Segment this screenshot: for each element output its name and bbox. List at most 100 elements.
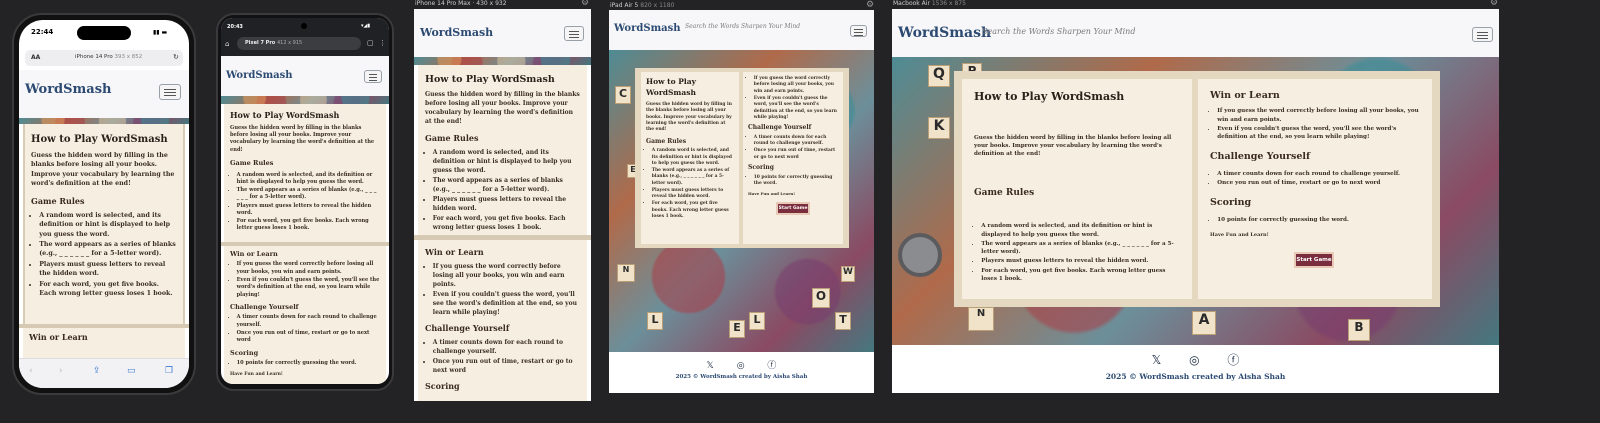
safari-toolbar: ‹ › ⇪ ▭ ❐ [19, 358, 189, 388]
list-item: Even if you couldn't guess the word, you… [237, 277, 380, 299]
facebook-icon[interactable]: ⓕ [767, 358, 776, 371]
brand-logo[interactable]: WordSmash [420, 26, 493, 39]
challenge-list: A timer counts down for each round to ch… [748, 135, 838, 161]
hamburger-menu-button[interactable] [564, 26, 584, 41]
scrabble-tile: A [1192, 311, 1216, 335]
hamburger-menu-button[interactable] [159, 84, 181, 100]
list-item: A random word is selected, and its defin… [237, 172, 380, 187]
have-fun-text: Have Fun and Learn! [748, 190, 796, 196]
start-game-button[interactable]: Start Game [1294, 251, 1334, 268]
bookmarks-icon[interactable]: ▭ [127, 366, 136, 376]
hero-background: C E N L E L O T W How to Play WordSmash … [609, 50, 874, 352]
win-or-learn-card: Win or Learn If you guess the word corre… [1198, 79, 1432, 299]
list-item: A random word is selected, and its defin… [981, 222, 1180, 239]
gear-icon[interactable]: ⚙ [581, 0, 589, 8]
social-links: 𝕏 ◎ ⓕ [892, 345, 1499, 368]
pixel-screen: 20:43 ▾◢▮ ⌂ Pixel 7 Pro 412 x 915 ▢ ⋮ Wo… [221, 18, 389, 384]
forward-icon[interactable]: › [59, 366, 63, 376]
brand-logo[interactable]: WordSmash [614, 23, 681, 34]
chrome-url-bar[interactable]: Pixel 7 Pro 412 x 915 [237, 37, 361, 50]
footer-copyright: 2025 © WordSmash created by Aisha Shah [675, 374, 808, 380]
list-item: If you guess the word correctly before l… [1217, 107, 1420, 124]
status-time: 22:44 [31, 28, 54, 36]
macbook-screen: WordSmash Search the Words Sharpen Your … [892, 9, 1499, 393]
list-item: If you guess the word correctly before l… [754, 76, 838, 95]
game-rules-title: Game Rules [31, 195, 85, 206]
win-or-learn-card: Win or Learn If you guess the word corre… [224, 246, 386, 384]
back-icon[interactable]: ‹ [29, 366, 33, 376]
brand-logo[interactable]: WordSmash [898, 25, 991, 41]
brand-logo[interactable]: WordSmash [226, 70, 293, 81]
battery-icon: ▾◢▮ [361, 23, 371, 29]
tabs-icon[interactable]: ▢ [367, 39, 374, 47]
list-item: A timer counts down for each round to ch… [433, 338, 580, 356]
share-icon[interactable]: ⇪ [93, 366, 101, 376]
scrabble-tile: T [835, 312, 851, 330]
win-or-learn-title: Win or Learn [29, 332, 88, 342]
game-rules-list: A random word is selected, and its defin… [31, 211, 177, 299]
list-item: Even if you couldn't guess the word, you… [754, 96, 838, 122]
x-icon[interactable]: 𝕏 [1152, 353, 1162, 367]
tabs-icon[interactable]: ❐ [165, 366, 173, 376]
instagram-icon[interactable]: ◎ [737, 361, 745, 371]
list-item: Once you run out of time, restart or go … [237, 330, 380, 345]
scrabble-tile: N [968, 307, 994, 331]
have-fun-text: Have Fun and Learn! [230, 371, 283, 377]
more-icon[interactable]: ⋮ [379, 39, 386, 47]
navbar: WordSmash [221, 56, 389, 96]
safari-url-bar[interactable]: AA iPhone 14 Pro 393 x 852 ↻ [25, 50, 183, 66]
list-item: Once you run out of time, restart or go … [433, 357, 580, 375]
how-to-play-text: Guess the hidden word by filling in the … [646, 101, 732, 133]
dynamic-island [77, 26, 131, 40]
hamburger-menu-button[interactable] [1472, 27, 1493, 42]
scoring-list: 10 points for correctly guessing the wor… [748, 175, 838, 188]
x-icon[interactable]: 𝕏 [707, 361, 714, 371]
home-icon[interactable]: ⌂ [225, 40, 229, 48]
game-rules-title: Game Rules [646, 137, 687, 145]
list-item: For each word, you get five books. Each … [433, 214, 580, 232]
scrabble-tile: O [812, 288, 830, 308]
how-to-play-title: How to Play WordSmash [425, 74, 555, 85]
reader-aa-button[interactable]: AA [31, 54, 40, 61]
scrabble-tile: K [928, 117, 950, 139]
challenge-list: A timer counts down for each round to ch… [425, 338, 580, 375]
how-to-play-text: Guess the hidden word by filling in the … [974, 134, 1172, 158]
game-rules-list: A random word is selected, and its defin… [974, 222, 1180, 283]
gear-icon[interactable]: ⚙ [1490, 0, 1498, 8]
facebook-icon[interactable]: ⓕ [1227, 351, 1239, 368]
list-item: Players must guess letters to reveal the… [981, 257, 1180, 265]
list-item: 10 points for correctly guessing the wor… [754, 175, 838, 188]
game-rules-list: A random word is selected, and its defin… [425, 148, 580, 232]
how-to-play-title: How to Play WordSmash [974, 90, 1125, 103]
scoring-title: Scoring [425, 380, 460, 391]
instagram-icon[interactable]: ◎ [1189, 353, 1199, 367]
hamburger-menu-button[interactable] [850, 25, 867, 37]
list-item: Once you run out of time, restart or go … [1217, 179, 1420, 187]
win-list: If you guess the word correctly before l… [425, 262, 580, 317]
signal-icon: ▮▮ ▬ [153, 29, 168, 36]
list-item: For each word, you get five books. Each … [237, 218, 380, 233]
list-item: For each word, you get five books. Each … [39, 280, 177, 299]
start-game-button[interactable]: Start Game [776, 202, 810, 216]
list-item: For each word, you get five books. Each … [652, 201, 734, 220]
ipad-screen: WordSmash Search the Words Sharpen Your … [609, 10, 874, 393]
how-to-play-title: How to Play WordSmash [230, 110, 340, 120]
scrabble-tile: L [749, 312, 765, 330]
win-list: If you guess the word correctly before l… [1210, 107, 1420, 141]
frame-label-macbook: Macbook Air 1536 x 875 [893, 0, 966, 7]
challenge-list: A timer counts down for each round to ch… [1210, 170, 1420, 188]
brand-logo[interactable]: WordSmash [25, 82, 112, 97]
url-text: iPhone 14 Pro 393 x 852 [75, 54, 143, 60]
compass-icon [898, 233, 942, 277]
frame-label-iphone-pro-max: iPhone 14 Pro Max · 430 x 932 [415, 0, 507, 7]
list-item: A random word is selected, and its defin… [433, 148, 580, 175]
iphone-pro-max-screen: WordSmash How to Play WordSmash Guess th… [414, 9, 591, 401]
game-rules-title: Game Rules [974, 187, 1035, 198]
challenge-list: A timer counts down for each round to ch… [230, 314, 380, 344]
gear-icon[interactable]: ⚙ [866, 0, 874, 10]
challenge-title: Challenge Yourself [230, 303, 299, 312]
reload-icon[interactable]: ↻ [173, 53, 179, 61]
navbar: WordSmash Search the Words Sharpen Your … [892, 9, 1499, 57]
hamburger-menu-button[interactable] [364, 70, 382, 83]
footer: 𝕏 ◎ ⓕ 2025 © WordSmash created by Aisha … [609, 352, 874, 393]
